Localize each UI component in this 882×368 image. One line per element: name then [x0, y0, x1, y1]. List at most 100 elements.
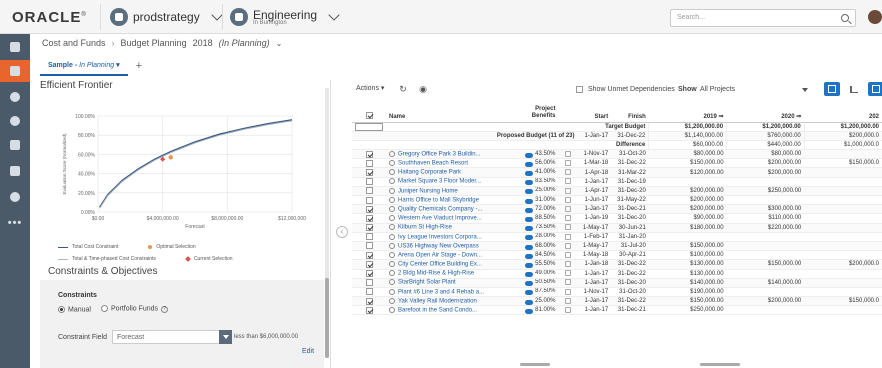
row-2021[interactable] — [804, 305, 882, 316]
row-2019[interactable]: $130,000.00 — [648, 259, 727, 270]
row-checkbox[interactable] — [352, 269, 386, 279]
dependency-icon[interactable] — [558, 232, 578, 242]
row-checkbox[interactable] — [352, 259, 386, 270]
column-header-2020[interactable]: 2020 ⇒ — [726, 100, 805, 123]
add-tab-button[interactable]: + — [136, 60, 142, 76]
grid-view-button[interactable] — [824, 82, 840, 96]
row-2019[interactable]: $200,000.00 — [648, 195, 727, 206]
row-2019[interactable]: $250,000.00 — [648, 305, 727, 316]
column-header-start[interactable]: Start — [577, 100, 612, 123]
expand-icon[interactable] — [389, 160, 395, 167]
row-2020[interactable]: $200,000.00 — [726, 167, 805, 178]
expand-icon[interactable] — [389, 187, 395, 194]
dependency-icon[interactable] — [558, 149, 578, 160]
globe-icon[interactable] — [0, 110, 30, 132]
row-checkbox[interactable] — [352, 278, 386, 288]
row-2019[interactable]: $200,000.00 — [648, 186, 727, 197]
document-icon[interactable] — [0, 134, 30, 156]
row-2020[interactable]: $110,000.00 — [726, 213, 805, 224]
select-all-checkbox[interactable] — [352, 100, 386, 123]
row-name[interactable]: Market Square 3 Floor Moder... — [386, 177, 520, 187]
row-2021[interactable]: $150,000.0 — [804, 296, 882, 307]
table-row[interactable]: US36 Highway New Overpass 68.00% 1-May-17 3… — [352, 241, 882, 252]
row-2021[interactable] — [804, 250, 882, 261]
table-row[interactable]: Barefoot in the Sand Condo... 81.00% 1-Jan… — [352, 305, 882, 316]
dependency-icon[interactable] — [558, 259, 578, 270]
row-2019[interactable]: $80,000.00 — [648, 149, 727, 160]
table-row[interactable]: Juniper Nursing Home 25.00% 1-Apr-17 31-Dec… — [352, 186, 882, 197]
table-row[interactable]: Kilburn St High-Rise 73.50% 1-May-17 30-Jun… — [352, 223, 882, 233]
expand-icon[interactable] — [389, 178, 395, 185]
row-name[interactable]: Kilburn St High-Rise — [386, 223, 520, 233]
row-name[interactable]: 2 Bldg Mid-Rise & High-Rise — [386, 269, 520, 279]
row-name[interactable]: Quality Chemicals Company -... — [386, 204, 520, 215]
column-header-2021[interactable]: 202 — [804, 100, 882, 123]
row-2021[interactable]: $150,000.0 — [804, 158, 882, 169]
row-2020[interactable] — [726, 177, 805, 187]
grid-horizontal-scrollbar[interactable] — [520, 363, 550, 366]
dependency-icon[interactable] — [558, 223, 578, 233]
expand-icon[interactable] — [389, 251, 395, 258]
context-switcher[interactable]: Engineering In Burlington — [230, 5, 342, 29]
radio-manual[interactable]: Manual — [58, 305, 91, 313]
hierarchy-view-button[interactable] — [868, 82, 882, 96]
row-name[interactable]: Haitang Corporate Park — [386, 167, 520, 178]
row-2020[interactable] — [726, 250, 805, 261]
workspace-switcher[interactable]: prodstrategy — [110, 5, 225, 29]
row-2021[interactable] — [804, 232, 882, 242]
row-2020[interactable]: $250,000.00 — [726, 186, 805, 197]
row-2019[interactable]: $140,000.00 — [648, 278, 727, 288]
row-checkbox[interactable] — [352, 296, 386, 307]
row-2021[interactable] — [804, 241, 882, 252]
row-name[interactable]: Southhaven Beach Resort — [386, 158, 520, 169]
row-2020[interactable] — [726, 241, 805, 252]
row-2019[interactable]: $200,000.00 — [648, 204, 727, 215]
row-checkbox[interactable] — [352, 186, 386, 197]
dependency-icon[interactable] — [558, 305, 578, 316]
row-2019[interactable] — [648, 177, 727, 187]
constraint-field-select[interactable]: Forecast — [112, 330, 232, 344]
row-2021[interactable] — [804, 223, 882, 233]
row-checkbox[interactable] — [352, 305, 386, 316]
search-input[interactable]: Search... — [670, 9, 856, 27]
expand-icon[interactable] — [389, 279, 395, 286]
dependency-icon[interactable] — [558, 213, 578, 224]
row-2021[interactable] — [804, 167, 882, 178]
row-checkbox[interactable] — [352, 287, 386, 298]
expand-icon[interactable] — [389, 307, 395, 314]
expand-icon[interactable] — [389, 233, 395, 240]
expand-icon[interactable] — [389, 242, 395, 249]
row-name[interactable]: Juniper Nursing Home — [386, 186, 520, 197]
row-2021[interactable] — [804, 269, 882, 279]
dependency-icon[interactable] — [558, 241, 578, 252]
dependency-icon[interactable] — [558, 177, 578, 187]
dependency-icon[interactable] — [558, 186, 578, 197]
expand-icon[interactable] — [389, 169, 395, 176]
dependency-icon[interactable] — [558, 287, 578, 298]
column-header-benefits[interactable]: Project Benefits — [519, 100, 559, 123]
row-name[interactable]: StarBright Solar Plant — [386, 278, 520, 288]
row-2021[interactable] — [804, 278, 882, 288]
radio-portfolio-funds[interactable]: Portfolio Funds? — [100, 305, 169, 314]
refresh-icon[interactable]: ↻ — [396, 82, 410, 96]
row-2021[interactable] — [804, 195, 882, 206]
row-2019[interactable]: $150,000.00 — [648, 158, 727, 169]
table-row[interactable]: City Center Office Building Ex... 55.50% 1… — [352, 259, 882, 270]
row-2020[interactable] — [726, 195, 805, 206]
row-checkbox[interactable] — [352, 241, 386, 252]
table-row[interactable]: Ivy League Investors Corpora... 28.00% 1-F… — [352, 232, 882, 242]
dependency-icon[interactable] — [558, 204, 578, 215]
expand-icon[interactable] — [389, 288, 395, 295]
row-name[interactable]: Gregory Office Park 3 Buildin... — [386, 149, 520, 160]
row-name[interactable]: City Center Office Building Ex... — [386, 259, 520, 270]
table-row[interactable]: Arena Open Air Stage - Down... 84.50% 1-Ma… — [352, 250, 882, 261]
column-header-2019[interactable]: 2019 ⇒ — [648, 100, 727, 123]
column-header-finish[interactable]: Finish — [611, 100, 649, 123]
row-checkbox[interactable] — [352, 177, 386, 187]
collapse-panel-button[interactable]: ‹ — [336, 226, 348, 238]
tab-sample[interactable]: Sample - In Planning ▾ — [40, 61, 128, 76]
column-header-dependencies[interactable] — [558, 100, 578, 123]
reports-icon[interactable] — [0, 160, 30, 182]
gear-icon[interactable] — [0, 186, 30, 208]
row-2019[interactable]: $150,000.00 — [648, 241, 727, 252]
